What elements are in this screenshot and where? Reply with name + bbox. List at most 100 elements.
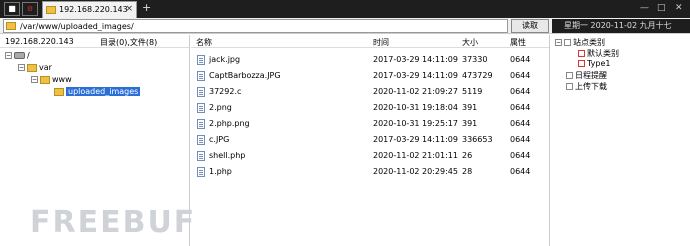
column-attr[interactable]: 属性 bbox=[510, 37, 526, 48]
tree-item-var[interactable]: − var bbox=[18, 63, 52, 75]
file-name: 37292.c bbox=[209, 87, 242, 96]
file-time: 2017-03-29 14:11:09 bbox=[373, 135, 458, 144]
file-time: 2020-10-31 19:18:04 bbox=[373, 103, 458, 112]
minimize-icon[interactable]: — bbox=[640, 3, 649, 13]
file-row[interactable]: 2.php.png 2020-10-31 19:25:17 391 0644 bbox=[191, 115, 549, 131]
file-size: 336653 bbox=[462, 135, 493, 144]
directory-header: 192.168.220.143 目录(0),文件(8) bbox=[0, 35, 189, 48]
category-icon bbox=[564, 39, 571, 46]
host-label: 192.168.220.143 bbox=[5, 37, 74, 46]
tree-item-www[interactable]: − www bbox=[31, 75, 72, 87]
file-attr: 0644 bbox=[510, 151, 531, 160]
maximize-icon[interactable]: □ bbox=[657, 3, 666, 13]
type1-label: Type1 bbox=[587, 59, 611, 68]
tree-label: / bbox=[27, 51, 30, 60]
file-size: 37330 bbox=[462, 55, 488, 64]
file-icon bbox=[197, 135, 205, 145]
file-name: CaptBarbozza.JPG bbox=[209, 71, 281, 80]
tree-item-uploaded-images[interactable]: uploaded_images bbox=[54, 87, 141, 99]
folder-icon bbox=[6, 22, 16, 30]
collapse-icon[interactable]: − bbox=[555, 39, 562, 46]
close-tab-icon[interactable]: × bbox=[125, 4, 133, 14]
file-row[interactable]: jack.jpg 2017-03-29 14:11:09 37330 0644 bbox=[191, 51, 549, 67]
file-size: 391 bbox=[462, 119, 478, 128]
datetime-display: 星期一 2020-11-02 九月十七 bbox=[552, 19, 690, 33]
file-size: 391 bbox=[462, 103, 478, 112]
file-time: 2017-03-29 14:11:09 bbox=[373, 71, 458, 80]
file-attr: 0644 bbox=[510, 71, 531, 80]
tree-item-root[interactable]: − / bbox=[5, 51, 30, 63]
file-icon bbox=[197, 151, 205, 161]
file-name: jack.jpg bbox=[209, 55, 241, 64]
tree-label: uploaded_images bbox=[66, 87, 141, 96]
file-time: 2020-11-02 20:29:45 bbox=[373, 167, 458, 176]
tab-host[interactable]: 192.168.220.143 × bbox=[42, 1, 137, 18]
open-folder-icon bbox=[54, 87, 64, 96]
file-icon bbox=[197, 55, 205, 65]
transfer-node[interactable]: 上传下载 bbox=[566, 81, 607, 92]
schedule-label: 日程提醒 bbox=[575, 71, 607, 80]
file-time: 2020-11-02 21:01:11 bbox=[373, 151, 458, 160]
file-name: 2.php.png bbox=[209, 119, 250, 128]
transfer-icon bbox=[566, 83, 573, 90]
category-icon bbox=[578, 60, 585, 67]
file-row[interactable]: 37292.c 2020-11-02 21:09:27 5119 0644 bbox=[191, 83, 549, 99]
file-time: 2017-03-29 14:11:09 bbox=[373, 55, 458, 64]
file-name: shell.php bbox=[209, 151, 246, 160]
folder-icon bbox=[27, 63, 37, 72]
schedule-node[interactable]: 日程提醒 bbox=[566, 70, 607, 81]
title-bar: ■ ⚙ 192.168.220.143 × + — □ ✕ bbox=[0, 0, 690, 18]
file-name: 1.php bbox=[209, 167, 232, 176]
file-row[interactable]: 2.png 2020-10-31 19:18:04 391 0644 bbox=[191, 99, 549, 115]
file-row[interactable]: 1.php 2020-11-02 20:29:45 28 0644 bbox=[191, 163, 549, 179]
site-category-node[interactable]: − 站点类别 bbox=[555, 37, 605, 48]
collapse-icon[interactable]: − bbox=[18, 64, 25, 71]
settings-icon[interactable]: ⚙ bbox=[22, 2, 38, 16]
type1-node[interactable]: Type1 bbox=[578, 59, 610, 70]
default-category-label: 默认类别 bbox=[587, 49, 619, 58]
file-list-header: 名称 时间 大小 属性 bbox=[191, 35, 549, 48]
file-icon bbox=[197, 119, 205, 129]
side-panel: − 站点类别 默认类别 Type1 日程提醒 上传下载 bbox=[549, 35, 690, 246]
path-box bbox=[3, 19, 508, 33]
file-time: 2020-11-02 21:09:27 bbox=[373, 87, 458, 96]
file-size: 28 bbox=[462, 167, 473, 176]
close-window-icon[interactable]: ✕ bbox=[675, 3, 683, 13]
file-attr: 0644 bbox=[510, 87, 531, 96]
file-attr: 0644 bbox=[510, 135, 531, 144]
file-icon bbox=[197, 103, 205, 113]
file-time: 2020-10-31 19:25:17 bbox=[373, 119, 458, 128]
tab-label: 192.168.220.143 bbox=[59, 5, 128, 14]
file-attr: 0644 bbox=[510, 55, 531, 64]
file-icon bbox=[197, 87, 205, 97]
category-icon bbox=[578, 50, 585, 57]
folder-icon bbox=[40, 75, 50, 84]
toolbar: 读取 星期一 2020-11-02 九月十七 bbox=[0, 18, 690, 34]
tree-label: www bbox=[52, 75, 72, 84]
file-attr: 0644 bbox=[510, 167, 531, 176]
file-size: 473729 bbox=[462, 71, 493, 80]
item-counts: 目录(0),文件(8) bbox=[100, 38, 158, 47]
file-icon bbox=[197, 167, 205, 177]
file-row[interactable]: c.JPG 2017-03-29 14:11:09 336653 0644 bbox=[191, 131, 549, 147]
column-name[interactable]: 名称 bbox=[196, 37, 212, 48]
file-list: 名称 时间 大小 属性 jack.jpg 2017-03-29 14:11:09… bbox=[191, 35, 549, 246]
column-size[interactable]: 大小 bbox=[462, 37, 478, 48]
collapse-icon[interactable]: − bbox=[5, 52, 12, 59]
file-icon bbox=[197, 71, 205, 81]
column-time[interactable]: 时间 bbox=[373, 37, 389, 48]
watermark: FREEBUF bbox=[30, 205, 197, 240]
new-tab-button[interactable]: + bbox=[142, 1, 151, 14]
file-row[interactable]: CaptBarbozza.JPG 2017-03-29 14:11:09 473… bbox=[191, 67, 549, 83]
file-attr: 0644 bbox=[510, 103, 531, 112]
file-name: c.JPG bbox=[209, 135, 230, 144]
path-input[interactable] bbox=[20, 20, 505, 32]
drive-icon bbox=[14, 52, 25, 59]
default-category-node[interactable]: 默认类别 bbox=[578, 48, 619, 59]
folder-icon bbox=[46, 6, 56, 14]
stop-icon[interactable]: ■ bbox=[4, 2, 20, 16]
schedule-icon bbox=[566, 72, 573, 79]
file-row[interactable]: shell.php 2020-11-02 21:01:11 26 0644 bbox=[191, 147, 549, 163]
collapse-icon[interactable]: − bbox=[31, 76, 38, 83]
read-button[interactable]: 读取 bbox=[511, 19, 549, 33]
